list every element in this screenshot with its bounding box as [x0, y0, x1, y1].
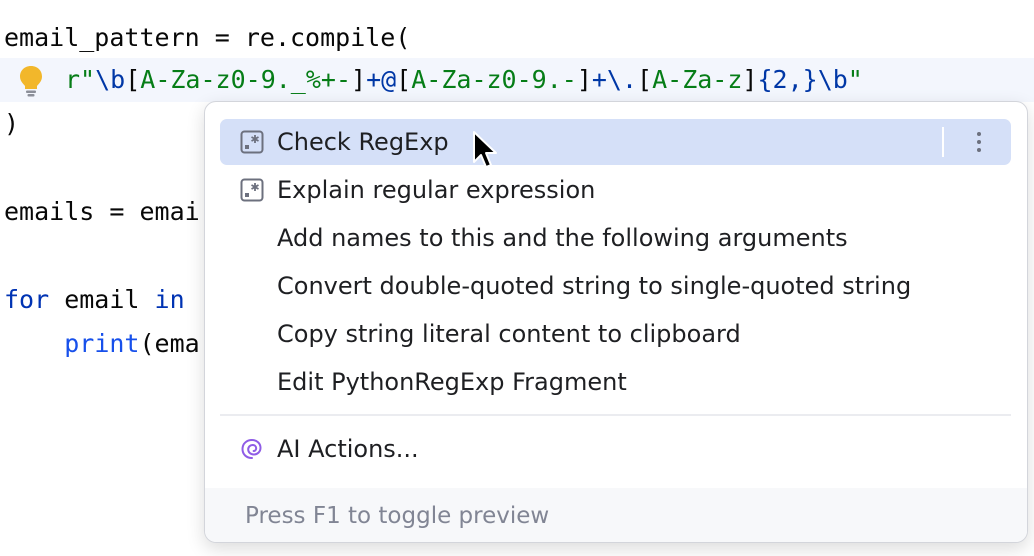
menu-item-explain-regex[interactable]: Explain regular expression [220, 167, 1011, 213]
code-line-1[interactable]: email_pattern = re.compile( [4, 16, 410, 60]
ai-spiral-icon [241, 438, 262, 459]
regex-token: A-Za-z0-9._%+- [140, 65, 351, 94]
lightbulb-icon[interactable] [17, 64, 45, 98]
code-line-3[interactable]: ) [4, 102, 19, 146]
regex-token: ] [576, 65, 592, 94]
regex-token: {2,} [757, 65, 818, 94]
menu-item-label: AI Actions... [277, 435, 419, 463]
regex-token: ] [742, 65, 758, 94]
regex-token: \b [817, 65, 848, 94]
variable-name: email_pattern [4, 23, 200, 52]
code-line-7[interactable]: for email in [4, 278, 185, 322]
code-line-8[interactable]: print(ema [4, 322, 200, 366]
menu-item-edit-fragment[interactable]: Edit PythonRegExp Fragment [220, 359, 1011, 405]
code-line-2[interactable]: r"\b[A-Za-z0-9._%+-]+@[A-Za-z0-9.-]+\.[A… [65, 58, 863, 102]
operator: = [199, 23, 245, 52]
keyword-for: for [4, 285, 50, 314]
dot: . [274, 23, 290, 52]
mouse-pointer-icon [473, 131, 497, 168]
more-vertical-icon[interactable] [962, 125, 996, 159]
paren: ( [395, 23, 411, 52]
menu-item-label: Add names to this and the following argu… [277, 224, 848, 252]
regex-token: A-Za-z0-9.- [411, 65, 577, 94]
menu-separator [220, 414, 1011, 416]
menu-item-label: Check RegExp [277, 128, 449, 156]
regex-token: +@ [366, 65, 397, 94]
regexp-icon [240, 178, 264, 202]
string-suffix: " [847, 65, 863, 94]
call-args: (ema [139, 329, 200, 358]
divider [942, 127, 944, 157]
regex-token: ] [351, 65, 367, 94]
menu-item-label: Explain regular expression [277, 176, 596, 204]
function-name: compile [290, 23, 396, 52]
intention-actions-popup: Check RegExp Explain regular expression … [204, 101, 1028, 543]
regex-token: [ [125, 65, 141, 94]
footer-hint: Press F1 to toggle preview [245, 503, 550, 529]
regex-token: [ [637, 65, 653, 94]
code-line-5[interactable]: emails = emai [4, 190, 200, 234]
menu-item-ai-actions[interactable]: AI Actions... [220, 426, 1011, 472]
popup-footer: Press F1 to toggle preview [205, 488, 1027, 542]
regexp-icon [240, 130, 264, 154]
menu-item-add-names[interactable]: Add names to this and the following argu… [220, 215, 1011, 261]
regex-token: A-Za-z [652, 65, 743, 94]
regex-token: \b [95, 65, 126, 94]
loop-variable: email [49, 285, 155, 314]
regex-token: [ [396, 65, 412, 94]
keyword-in: in [154, 285, 185, 314]
menu-item-check-regexp[interactable]: Check RegExp [220, 119, 1011, 165]
module-name: re [244, 23, 275, 52]
menu-item-copy-literal[interactable]: Copy string literal content to clipboard [220, 311, 1011, 357]
string-prefix: r" [65, 65, 96, 94]
builtin-print: print [64, 329, 140, 358]
menu-item-label: Edit PythonRegExp Fragment [277, 368, 627, 396]
regex-token: +\. [591, 65, 638, 94]
menu-item-label: Convert double-quoted string to single-q… [277, 272, 912, 300]
menu-item-convert-quotes[interactable]: Convert double-quoted string to single-q… [220, 263, 1011, 309]
menu-item-label: Copy string literal content to clipboard [277, 320, 741, 348]
